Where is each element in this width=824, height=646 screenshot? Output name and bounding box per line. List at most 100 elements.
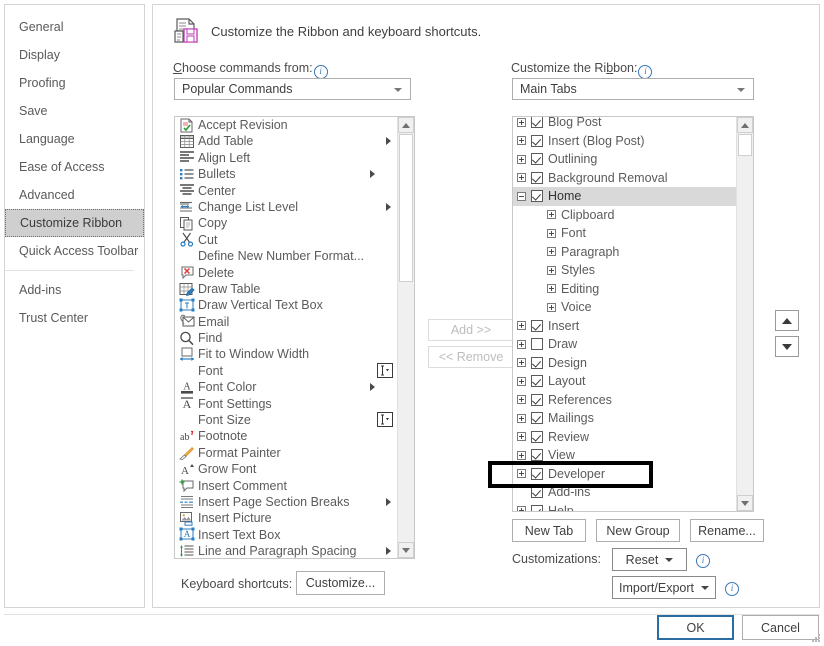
expand-icon[interactable] bbox=[517, 395, 526, 405]
commands-rows[interactable]: Accept Revision Add Table Align Left Bullet… bbox=[175, 117, 397, 558]
sidebar-item-language[interactable]: Language bbox=[5, 125, 144, 153]
submenu-arrow-icon[interactable] bbox=[386, 547, 391, 556]
expand-icon[interactable] bbox=[547, 284, 556, 294]
scroll-down-button[interactable] bbox=[398, 542, 414, 558]
scrollbar-thumb[interactable] bbox=[738, 134, 752, 156]
ribbon-tab-checkbox[interactable] bbox=[531, 486, 543, 499]
collapse-icon[interactable] bbox=[517, 191, 526, 201]
expand-icon[interactable] bbox=[517, 173, 526, 183]
ribbon-tree-item[interactable]: View bbox=[513, 446, 736, 465]
ribbon-tree-item-selected[interactable]: Home bbox=[513, 187, 736, 206]
expand-icon[interactable] bbox=[517, 376, 526, 386]
command-list-item[interactable]: Change List Level bbox=[175, 199, 397, 215]
ok-button[interactable]: OK bbox=[657, 615, 734, 640]
command-list-item[interactable]: Find bbox=[175, 330, 397, 346]
ribbon-tree-item[interactable]: Editing bbox=[513, 280, 736, 299]
inline-dropdown-icon[interactable] bbox=[377, 362, 393, 378]
ribbon-tree-rows[interactable]: Blog Post Insert (Blog Post) Outlining Back… bbox=[513, 117, 736, 511]
ribbon-tab-checkbox[interactable] bbox=[531, 375, 543, 388]
info-icon[interactable]: i bbox=[725, 582, 739, 596]
ribbon-tree-listbox[interactable]: Blog Post Insert (Blog Post) Outlining Back… bbox=[512, 116, 754, 512]
ribbon-tree-item[interactable]: Outlining bbox=[513, 150, 736, 169]
expand-icon[interactable] bbox=[517, 450, 526, 460]
ribbon-tree-item[interactable]: Design bbox=[513, 354, 736, 373]
ribbon-tree-item[interactable]: Blog Post bbox=[513, 117, 736, 132]
ribbon-tree-item[interactable]: Clipboard bbox=[513, 206, 736, 225]
expand-icon[interactable] bbox=[517, 358, 526, 368]
remove-button[interactable]: << Remove bbox=[428, 346, 514, 368]
expand-icon[interactable] bbox=[517, 136, 526, 146]
ribbon-tree-item[interactable]: Developer bbox=[513, 465, 736, 484]
command-list-item[interactable]: A Font Settings bbox=[175, 396, 397, 412]
command-list-item[interactable]: ab Footnote bbox=[175, 428, 397, 444]
expand-icon[interactable] bbox=[517, 117, 526, 127]
expand-icon[interactable] bbox=[547, 228, 556, 238]
sidebar-item-proofing[interactable]: Proofing bbox=[5, 69, 144, 97]
ribbon-tab-checkbox[interactable] bbox=[531, 338, 543, 351]
resize-grip[interactable] bbox=[811, 633, 821, 643]
ribbon-tree-item[interactable]: Font bbox=[513, 224, 736, 243]
move-up-button[interactable] bbox=[775, 310, 799, 331]
ribbon-tree-item[interactable]: Help bbox=[513, 502, 736, 511]
rename-button[interactable]: Rename... bbox=[690, 519, 764, 542]
ribbon-tree-item[interactable]: Draw bbox=[513, 335, 736, 354]
move-down-button[interactable] bbox=[775, 336, 799, 357]
commands-scrollbar[interactable] bbox=[397, 117, 414, 558]
ribbon-tree-item[interactable]: Insert (Blog Post) bbox=[513, 132, 736, 151]
command-list-item[interactable]: Draw Vertical Text Box bbox=[175, 297, 397, 313]
ribbon-tab-checkbox[interactable] bbox=[531, 153, 543, 166]
sidebar-item-advanced[interactable]: Advanced bbox=[5, 181, 144, 209]
command-list-item[interactable]: Draw Table bbox=[175, 281, 397, 297]
ribbon-tab-checkbox[interactable] bbox=[531, 117, 543, 129]
command-list-item[interactable]: Delete bbox=[175, 265, 397, 281]
ribbon-tree-item[interactable]: Review bbox=[513, 428, 736, 447]
command-list-item[interactable]: Font Size bbox=[175, 412, 397, 428]
ribbon-tab-checkbox[interactable] bbox=[531, 412, 543, 425]
info-icon[interactable]: i bbox=[696, 554, 710, 568]
submenu-arrow-icon[interactable] bbox=[370, 170, 375, 179]
expand-icon[interactable] bbox=[517, 432, 526, 442]
ribbon-tab-checkbox[interactable] bbox=[531, 356, 543, 369]
command-list-item[interactable]: A Insert Text Box bbox=[175, 527, 397, 543]
command-list-item[interactable]: Align Left bbox=[175, 150, 397, 166]
sidebar-item-trust-center[interactable]: Trust Center bbox=[5, 304, 144, 332]
expand-icon[interactable] bbox=[517, 506, 526, 511]
ribbon-tab-checkbox[interactable] bbox=[531, 171, 543, 184]
scroll-down-button[interactable] bbox=[737, 495, 753, 511]
command-list-item[interactable]: Bullets bbox=[175, 166, 397, 182]
sidebar-item-customize-ribbon[interactable]: Customize Ribbon bbox=[5, 209, 144, 237]
command-list-item[interactable]: Accept Revision bbox=[175, 117, 397, 133]
ribbon-tab-checkbox[interactable] bbox=[531, 319, 543, 332]
command-list-item[interactable]: Define New Number Format... bbox=[175, 248, 397, 264]
ribbon-tree-item[interactable]: Styles bbox=[513, 261, 736, 280]
expand-icon[interactable] bbox=[517, 154, 526, 164]
scrollbar-thumb[interactable] bbox=[399, 134, 413, 282]
expand-icon[interactable] bbox=[517, 321, 526, 331]
customize-ribbon-dropdown[interactable]: Main Tabs bbox=[512, 78, 754, 100]
sidebar-item-add-ins[interactable]: Add-ins bbox=[5, 276, 144, 304]
new-group-button[interactable]: New Group bbox=[596, 519, 680, 542]
info-icon[interactable]: i bbox=[313, 65, 328, 79]
command-list-item[interactable]: Cut bbox=[175, 232, 397, 248]
expand-icon[interactable] bbox=[517, 339, 526, 349]
ribbon-tab-checkbox[interactable] bbox=[531, 134, 543, 147]
scroll-up-button[interactable] bbox=[398, 117, 414, 133]
commands-listbox[interactable]: Accept Revision Add Table Align Left Bullet… bbox=[174, 116, 415, 559]
command-list-item[interactable]: Email bbox=[175, 314, 397, 330]
ribbon-tree-item[interactable]: Background Removal bbox=[513, 169, 736, 188]
scroll-up-button[interactable] bbox=[737, 117, 753, 133]
submenu-arrow-icon[interactable] bbox=[386, 497, 391, 506]
command-list-item[interactable]: Add Table bbox=[175, 133, 397, 149]
ribbon-tree-item[interactable]: Add-ins bbox=[513, 483, 736, 502]
command-list-item[interactable]: Insert Picture bbox=[175, 510, 397, 526]
sidebar-item-save[interactable]: Save bbox=[5, 97, 144, 125]
ribbon-tab-checkbox[interactable] bbox=[531, 467, 543, 480]
expand-icon[interactable] bbox=[547, 265, 556, 275]
submenu-arrow-icon[interactable] bbox=[386, 137, 391, 146]
ribbon-tree-item[interactable]: Mailings bbox=[513, 409, 736, 428]
ribbon-tree-item[interactable]: Paragraph bbox=[513, 243, 736, 262]
command-list-item[interactable]: A Grow Font bbox=[175, 461, 397, 477]
settings-nav-list[interactable]: General Display Proofing Save Language Ease o… bbox=[4, 4, 145, 608]
import-export-button[interactable]: Import/Export bbox=[612, 576, 716, 599]
ribbon-tab-checkbox[interactable] bbox=[531, 449, 543, 462]
